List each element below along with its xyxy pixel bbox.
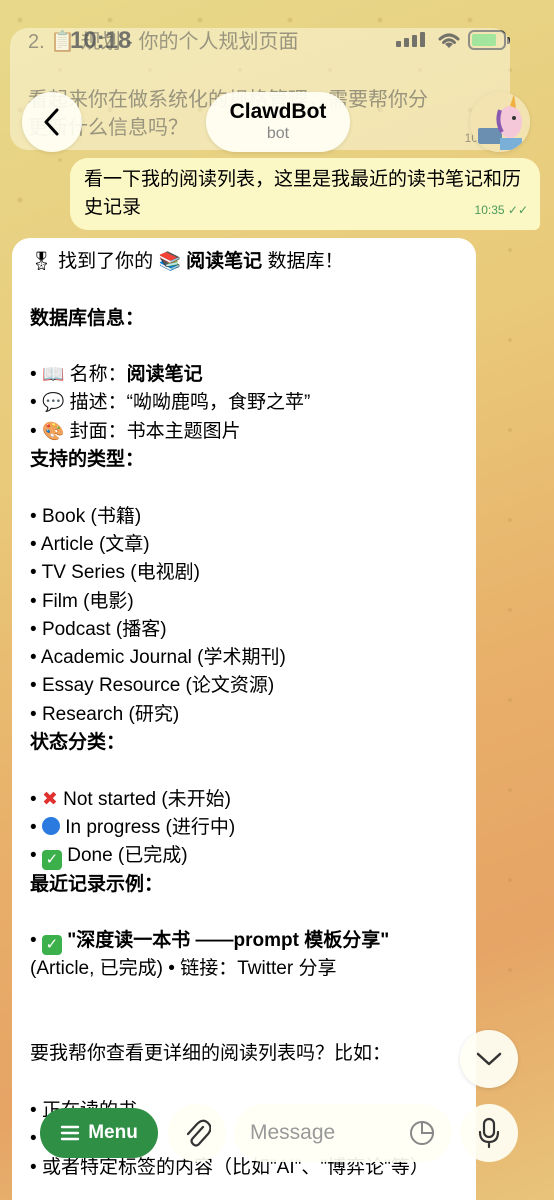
type-label: Essay Resource (论文资源) bbox=[41, 675, 275, 697]
list-item: • Article (文章) bbox=[30, 533, 150, 555]
section-heading: 状态分类： bbox=[30, 732, 126, 754]
list-item: • Essay Resource (论文资源) bbox=[30, 675, 275, 697]
blue-circle-icon bbox=[41, 816, 60, 835]
microphone-button[interactable] bbox=[460, 1104, 518, 1162]
menu-button[interactable]: Menu bbox=[40, 1108, 158, 1158]
type-label: Article (文章) bbox=[40, 533, 150, 555]
open-book-icon: 📖 bbox=[41, 364, 65, 386]
outgoing-message-bubble[interactable]: 看一下我的阅读列表，这里是我最近的读书笔记和历史记录 10:35 ✓✓ bbox=[70, 158, 540, 230]
books-icon: 📚 bbox=[158, 251, 181, 272]
list-item: • Book (书籍) bbox=[30, 505, 142, 527]
list-item: • In progress (进行中) bbox=[30, 816, 236, 838]
section-heading: 数据库信息： bbox=[30, 307, 145, 329]
list-item: • 🎨 封面：书本主题图片 bbox=[30, 420, 241, 442]
chat-subtitle: bot bbox=[266, 125, 290, 142]
incoming-message-bubble[interactable]: 🎖 找到了你的 📚 阅读笔记 数据库！ 数据库信息： • 📖 名称：阅读笔记 •… bbox=[12, 238, 476, 1200]
outgoing-message-text: 看一下我的阅读列表，这里是我最近的读书笔记和历史记录 bbox=[84, 169, 522, 218]
chevron-down-icon bbox=[476, 1052, 502, 1066]
type-label: Film (电影) bbox=[41, 590, 134, 612]
attach-button[interactable] bbox=[168, 1104, 226, 1162]
double-check-icon: ✓✓ bbox=[507, 203, 528, 217]
database-name: 阅读笔记 bbox=[186, 251, 263, 272]
field-label: 描述： bbox=[69, 392, 127, 414]
menu-label: Menu bbox=[88, 1122, 138, 1143]
type-label: Academic Journal (学术期刊) bbox=[40, 647, 286, 669]
list-item: • Academic Journal (学术期刊) bbox=[30, 647, 286, 669]
paperclip-icon bbox=[186, 1119, 211, 1147]
status-label: In progress (进行中) bbox=[65, 816, 236, 838]
type-label: Research (研究) bbox=[41, 703, 180, 725]
medal-icon: 🎖 bbox=[30, 251, 53, 272]
field-value: 阅读笔记 bbox=[126, 364, 203, 386]
check-mark-icon: ✓ bbox=[41, 850, 62, 871]
recent-title: "深度读一本书 ——prompt 模板分享" bbox=[67, 930, 390, 952]
field-value: “呦呦鹿鸣，食野之苹” bbox=[126, 392, 311, 414]
previous-message-line: 2. 📋 规划 - 你的个人规划页面 bbox=[28, 31, 299, 53]
field-label: 封面： bbox=[69, 420, 127, 442]
sticker-icon[interactable] bbox=[408, 1119, 436, 1147]
scroll-to-bottom-button[interactable] bbox=[460, 1030, 518, 1088]
list-item: • 💬 描述：“呦呦鹿鸣，食野之苹” bbox=[30, 392, 311, 414]
field-value: 书本主题图片 bbox=[126, 420, 241, 442]
speech-bubble-icon: 💬 bbox=[41, 392, 65, 414]
field-label: 名称： bbox=[69, 364, 127, 386]
message-placeholder: Message bbox=[250, 1121, 336, 1144]
list-item: • ✓ "深度读一本书 ——prompt 模板分享" bbox=[30, 930, 390, 956]
status-label: Not started (未开始) bbox=[63, 788, 232, 810]
message-meta: 10:35 ✓✓ bbox=[475, 196, 528, 224]
status-label: Done (已完成) bbox=[67, 845, 188, 867]
hamburger-icon bbox=[60, 1125, 80, 1141]
unicorn-avatar-icon bbox=[470, 92, 530, 152]
check-mark-icon: ✓ bbox=[41, 935, 62, 956]
type-label: Podcast (播客) bbox=[41, 618, 167, 640]
type-label: Book (书籍) bbox=[41, 505, 142, 527]
bot-avatar[interactable] bbox=[470, 92, 530, 152]
list-item: • ✖ Not started (未开始) bbox=[30, 788, 232, 810]
list-item: • 📖 名称：阅读笔记 bbox=[30, 364, 203, 386]
list-item: • Film (电影) bbox=[30, 590, 134, 612]
type-label: TV Series (电视剧) bbox=[41, 562, 200, 584]
chat-name: ClawdBot bbox=[229, 100, 327, 123]
microphone-icon bbox=[478, 1117, 500, 1149]
list-item: • TV Series (电视剧) bbox=[30, 562, 200, 584]
intro-text-end: 数据库！ bbox=[267, 251, 344, 272]
back-button[interactable] bbox=[22, 92, 82, 152]
cross-mark-icon: ✖ bbox=[41, 788, 58, 810]
list-item: • ✓ Done (已完成) bbox=[30, 845, 188, 871]
list-item: • Research (研究) bbox=[30, 703, 180, 725]
intro-line: 🎖 找到了你的 📚 阅读笔记 数据库！ bbox=[30, 248, 458, 276]
message-input[interactable]: Message bbox=[234, 1104, 452, 1162]
palette-icon: 🎨 bbox=[41, 420, 65, 442]
section-heading: 最近记录示例： bbox=[30, 873, 164, 895]
outgoing-message-time: 10:35 bbox=[474, 203, 505, 217]
list-item: • Podcast (播客) bbox=[30, 618, 167, 640]
section-heading: 支持的类型： bbox=[30, 449, 145, 471]
recent-meta: (Article, 已完成) • 链接：Twitter 分享 bbox=[30, 958, 337, 980]
chevron-left-icon bbox=[44, 108, 59, 136]
intro-text: 找到了你的 bbox=[58, 251, 154, 272]
question-text: 要我帮你查看更详细的阅读列表吗？比如： bbox=[30, 1043, 392, 1065]
chat-title[interactable]: ClawdBot bot bbox=[206, 92, 350, 152]
